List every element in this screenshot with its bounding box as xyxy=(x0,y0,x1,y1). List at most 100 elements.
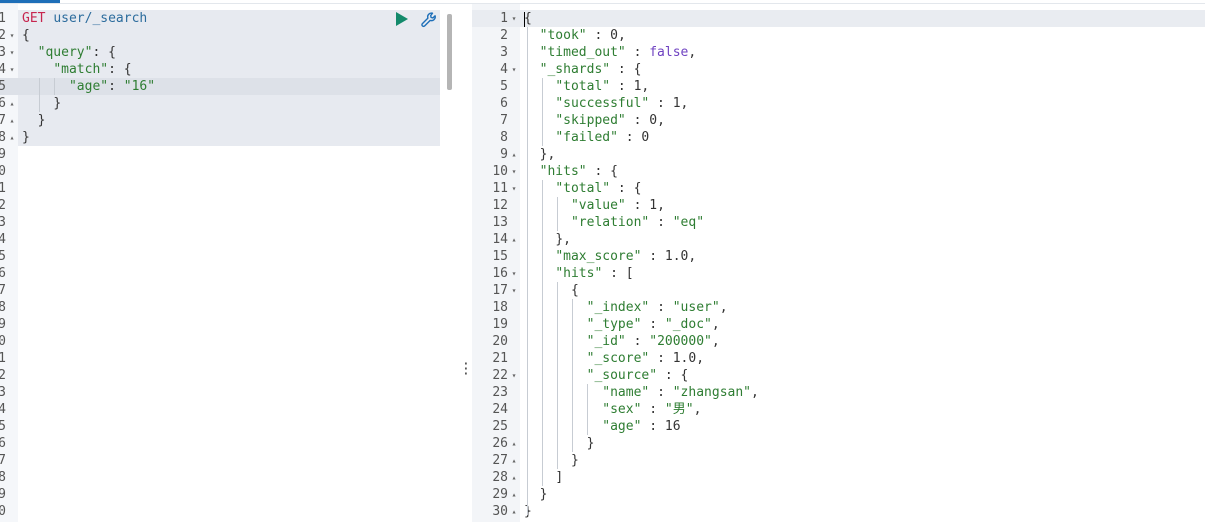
code-token: } xyxy=(22,130,30,145)
code-token: "age" xyxy=(68,79,109,94)
line-number: 29 xyxy=(492,487,508,502)
code-token: "failed" xyxy=(555,130,618,145)
unfold-toggle-icon[interactable]: ▴ xyxy=(510,503,518,520)
play-icon[interactable] xyxy=(395,11,409,27)
fold-toggle-icon[interactable]: ▾ xyxy=(8,44,16,61)
code-line: 21 "_score" : 1.0, xyxy=(472,350,1205,367)
code-token: : xyxy=(649,96,673,111)
line-number: 3 xyxy=(0,45,6,60)
fold-toggle-icon[interactable]: ▾ xyxy=(510,367,518,384)
unfold-toggle-icon[interactable]: ▴ xyxy=(8,129,16,146)
line-number: 1 xyxy=(0,11,6,26)
code-token: : { xyxy=(586,164,618,179)
unfold-toggle-icon[interactable]: ▴ xyxy=(510,231,518,248)
response-viewer[interactable]: 1 ▾{2 "took" : 0, 3 "timed_out" : false, 4 ▾… xyxy=(472,4,1205,522)
code-token: user/_search xyxy=(53,11,148,26)
code-text: } xyxy=(22,112,46,129)
unfold-toggle-icon[interactable]: ▴ xyxy=(510,452,518,469)
request-scrollbar[interactable] xyxy=(447,14,452,90)
line-number: 8 xyxy=(0,130,6,145)
code-token: "user" xyxy=(672,300,720,315)
code-token: "successful" xyxy=(555,96,650,111)
code-line: 14 ▴ }, xyxy=(472,231,1205,248)
line-number: 13 xyxy=(0,215,6,230)
line-number: 11 xyxy=(492,181,508,196)
fold-toggle-icon[interactable]: ▾ xyxy=(510,163,518,180)
code-token: "total" xyxy=(555,79,611,94)
unfold-toggle-icon[interactable]: ▴ xyxy=(8,112,16,129)
fold-toggle-icon[interactable]: ▾ xyxy=(510,265,518,282)
code-token: "took" xyxy=(539,28,587,43)
code-token: : xyxy=(586,28,611,43)
code-token: "男" xyxy=(664,402,694,417)
line-number: 25 xyxy=(0,419,6,434)
line-number: 18 xyxy=(0,300,6,315)
code-line: 10 ▾ "hits" : { xyxy=(472,163,1205,180)
fold-toggle-icon[interactable]: ▾ xyxy=(510,10,518,27)
code-token: 1 xyxy=(672,96,681,111)
unfold-toggle-icon[interactable]: ▴ xyxy=(510,486,518,503)
code-token: 1.0 xyxy=(664,249,689,264)
code-token: 1.0 xyxy=(672,351,697,366)
code-token: 1 xyxy=(649,198,658,213)
indent-guide xyxy=(557,282,558,469)
code-token: "relation" xyxy=(570,215,650,230)
code-text: { xyxy=(524,282,579,299)
code-text: } xyxy=(524,452,579,469)
line-number: 30 xyxy=(492,504,508,519)
code-token: "age" xyxy=(602,419,642,434)
code-line: 14 xyxy=(0,231,440,248)
code-line: 30▴} xyxy=(472,503,1205,520)
code-token: : xyxy=(625,45,650,60)
code-text: "_index" : "user", xyxy=(524,299,728,316)
unfold-toggle-icon[interactable]: ▴ xyxy=(8,95,16,112)
line-number: 8 xyxy=(500,130,508,145)
fold-toggle-icon[interactable]: ▾ xyxy=(510,61,518,78)
code-line: 13 xyxy=(0,214,440,231)
unfold-toggle-icon[interactable]: ▴ xyxy=(510,146,518,163)
code-line: 23 xyxy=(0,384,440,401)
code-token: }, xyxy=(555,232,571,247)
line-number: 12 xyxy=(492,198,508,213)
code-token: : xyxy=(641,419,665,434)
code-token: , xyxy=(617,28,626,43)
code-token: , xyxy=(711,317,720,332)
fold-toggle-icon[interactable]: ▾ xyxy=(8,27,16,44)
code-token: 0 xyxy=(649,113,658,128)
unfold-toggle-icon[interactable]: ▴ xyxy=(510,435,518,452)
code-token: "_source" xyxy=(586,368,658,383)
fold-toggle-icon[interactable]: ▾ xyxy=(8,61,16,78)
code-token: { xyxy=(570,283,579,298)
fold-toggle-icon[interactable]: ▾ xyxy=(510,180,518,197)
code-line: 27 ▴ } xyxy=(472,452,1205,469)
code-line: 26 xyxy=(0,435,440,452)
code-token: } xyxy=(37,113,46,128)
code-token: 0 xyxy=(610,28,618,43)
code-text: "value" : 1, xyxy=(524,197,665,214)
line-number: 10 xyxy=(0,164,6,179)
code-line: 12 xyxy=(0,197,440,214)
vertical-ellipsis-icon[interactable]: · · · xyxy=(462,358,470,381)
code-token: 0 xyxy=(641,130,650,145)
wrench-icon[interactable] xyxy=(420,11,438,29)
code-line: 26 ▴ } xyxy=(472,435,1205,452)
code-text: "_type" : "_doc", xyxy=(524,316,720,333)
code-token: , xyxy=(641,79,650,94)
code-line: 3 ▾ "query": { xyxy=(0,44,440,61)
code-line: 19 "_type" : "_doc", xyxy=(472,316,1205,333)
unfold-toggle-icon[interactable]: ▴ xyxy=(510,469,518,486)
fold-toggle-icon[interactable]: ▾ xyxy=(510,282,518,299)
request-editor[interactable]: 1 GET user/_search 2 ▾{3 ▾ "query": {4 ▾ "mat… xyxy=(0,4,440,522)
code-token: "_id" xyxy=(586,334,626,349)
code-line: 2 ▾ { xyxy=(0,27,440,44)
code-token: , xyxy=(751,385,759,400)
line-number: 22 xyxy=(492,368,508,383)
code-line: 9 xyxy=(0,146,440,163)
code-token: 16 xyxy=(664,419,681,434)
line-number: 16 xyxy=(0,266,6,281)
code-token: : xyxy=(625,334,650,349)
code-text: } xyxy=(22,95,61,112)
code-token: } xyxy=(586,436,595,451)
code-token: : [ xyxy=(602,266,634,281)
line-number: 2 xyxy=(500,28,508,43)
